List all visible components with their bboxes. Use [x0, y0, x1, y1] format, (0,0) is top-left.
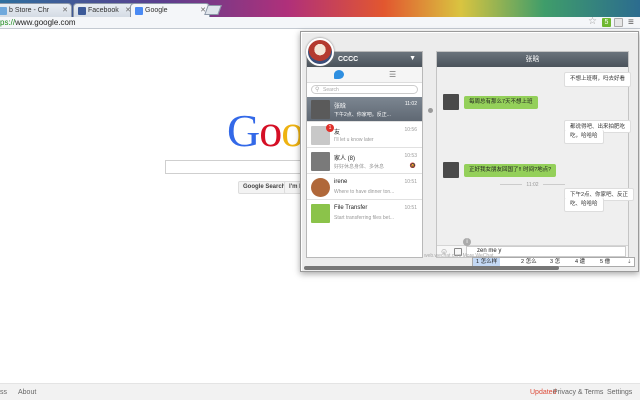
conversation-panel: CCCC ▼ ☰ ⚲ Search 张晗 下午2点、你家吧。反正... 11:0… [306, 51, 423, 258]
store-favicon-icon [0, 7, 7, 15]
profile-avatar[interactable] [306, 38, 334, 66]
avatar [311, 100, 330, 119]
file-transfer-icon [311, 204, 330, 223]
message-time: 10:53 [404, 153, 417, 159]
contact-name: 张晗 [334, 104, 347, 110]
ime-candidate[interactable]: 5 僧 [600, 258, 610, 267]
message-preview: I'll let u know later [334, 137, 374, 143]
message-time: 11:02 [404, 101, 417, 107]
conversation-item[interactable]: 张晗 下午2点、你家吧。反正... 11:02 [307, 97, 422, 122]
contact-name: irene [334, 179, 348, 185]
settings-link[interactable]: Settings [607, 389, 632, 396]
message-time: 10:51 [404, 205, 417, 211]
search-icon: ⚲ [315, 87, 320, 93]
google-search-button[interactable]: Google Search [238, 181, 291, 194]
new-tab-button[interactable] [204, 5, 222, 15]
contacts-tab-icon[interactable]: ☰ [389, 70, 396, 79]
logo-letter: G [227, 105, 260, 156]
panel-divider-dot [428, 108, 433, 113]
message-bubble-in: 每周总有那么7天不想上班 [464, 96, 538, 109]
message-preview: 下午2点、你家吧。反正... [334, 112, 391, 118]
unread-badge: 1 [326, 124, 334, 132]
logo-letter: o [259, 105, 282, 156]
chat-panel: 张晗 不想上班啊，吗去好看 每周总有那么7天不想上班 都说得吧、出来拍肥吃 吃，… [436, 51, 635, 258]
group-avatar [311, 152, 330, 171]
url-host: www.google.com [15, 18, 76, 27]
avatar [311, 178, 330, 197]
message-preview: Start transferring files bet... [334, 215, 395, 221]
ime-next-page-icon[interactable]: ⇣ [627, 258, 632, 267]
contact-name: 友 [334, 130, 341, 136]
bookmark-star-icon[interactable]: ☆ [588, 16, 597, 27]
wechat-popup: CCCC ▼ ☰ ⚲ Search 张晗 下午2点、你家吧。反正... 11:0… [300, 31, 639, 272]
message-bubble-out: 吃、哈哈哈 [564, 198, 604, 212]
privacy-terms-link[interactable]: Privacy & Terms [553, 389, 603, 396]
tab-title: Facebook [88, 7, 119, 14]
contact-name: 家人 (8) [334, 156, 356, 162]
chrome-menu-icon[interactable]: ≡ [628, 17, 634, 28]
account-name: CCCC [338, 56, 359, 63]
mute-icon: 🔕 [409, 163, 416, 169]
message-bubble-in: 正好我女朋友回国了!! 时间?地点? [464, 164, 557, 177]
message-time: 10:51 [404, 179, 417, 185]
message-preview: Where to have dinner ton... [334, 189, 395, 195]
ime-candidate[interactable]: 4 遭 [575, 258, 585, 267]
conversation-item[interactable]: irene Where to have dinner ton... 10:51 [307, 175, 422, 200]
tab-facebook[interactable]: Facebook ✕ [73, 3, 135, 17]
conversation-item[interactable]: 1 友 I'll let u know later 10:56 [307, 123, 422, 148]
message-time: 10:56 [404, 127, 417, 133]
google-footer: ss About Updated Privacy & Terms Setting… [0, 383, 640, 400]
close-tab-icon[interactable]: ✕ [62, 6, 68, 14]
tab-title: Google [145, 7, 168, 14]
address-bar[interactable]: ps://www.google.com [0, 18, 76, 27]
panel-tabs: ☰ [307, 67, 422, 83]
contact-name: File Transfer [334, 205, 368, 211]
conversation-item[interactable]: 家人 (8) 好好休息身体、多休息 10:53 🔕 [307, 149, 422, 174]
tab-google[interactable]: Google ✕ [130, 3, 210, 17]
extension-badge-icon[interactable]: 5 [602, 18, 611, 27]
chat-title: 张晗 [437, 52, 628, 67]
wechat-extension-icon[interactable] [614, 18, 623, 27]
tab-title: b Store - Chr [9, 7, 50, 14]
chevron-down-icon[interactable]: ▼ [409, 55, 416, 62]
omnibox-bar: ps://www.google.com ☆ 5 ≡ [0, 16, 640, 29]
horizontal-scrollbar[interactable] [304, 266, 559, 270]
conversation-item[interactable]: File Transfer Start transferring files b… [307, 201, 422, 226]
google-search-input[interactable] [165, 160, 305, 174]
search-placeholder: Search [323, 87, 339, 93]
url-scheme: ps:// [0, 18, 16, 27]
popup-footer-text: web.wechat.com More WeChat [424, 253, 494, 259]
footer-about-link[interactable]: About [18, 389, 36, 396]
chats-tab-icon[interactable] [334, 70, 344, 79]
message-bubble-out: 不想上班啊，吗去好看 [564, 72, 632, 87]
info-icon[interactable]: i [463, 238, 471, 246]
message-bubble-out: 吃，哈哈哈 [564, 130, 604, 144]
tab-strip: b Store - Chr ✕ Facebook ✕ Google ✕ [0, 0, 640, 17]
conversation-search-input[interactable]: ⚲ Search [311, 85, 418, 94]
footer-link[interactable]: ss [0, 389, 7, 396]
sender-avatar [443, 94, 459, 110]
google-favicon-icon [135, 7, 143, 15]
facebook-favicon-icon [78, 7, 86, 15]
tab-web-store[interactable]: b Store - Chr ✕ [0, 3, 72, 17]
sender-avatar [443, 162, 459, 178]
message-preview: 好好休息身体、多休息 [334, 164, 385, 170]
